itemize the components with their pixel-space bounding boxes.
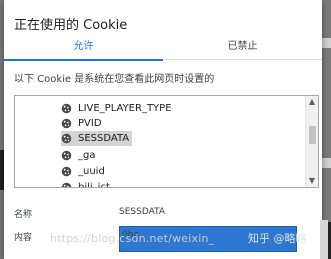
detail-content-label: 内容 [14, 233, 33, 243]
cookie-icon [61, 150, 72, 161]
cookie-item-sessdata[interactable]: SESSDATA [61, 131, 133, 146]
details-scrollbar[interactable] [320, 220, 328, 259]
cookie-icon [61, 166, 72, 177]
chevron-down-icon[interactable]: ▼ [306, 175, 318, 187]
cookies-dialog: 正在使用的 Cookie 允许 已禁止 以下 Cookie 是系统在您查看此网页… [4, 0, 328, 259]
cookie-icon [61, 118, 72, 129]
cookie-item-label: PVID [78, 118, 102, 129]
cookie-icon [61, 182, 72, 187]
cookie-item-live-player-type[interactable]: LIVE_PLAYER_TYPE [61, 101, 175, 116]
cookie-item-label: _uuid [78, 166, 105, 177]
watermark-zhihu: 知乎 @略略 [248, 232, 307, 245]
scroll-thumb[interactable] [309, 126, 316, 144]
cookie-icon [61, 103, 72, 114]
detail-name-value: SESSDATA [119, 207, 166, 217]
cookie-item-bili-jct[interactable]: bili_jct [61, 180, 113, 188]
active-tab-indicator [4, 59, 163, 61]
dialog-title: 正在使用的 Cookie [14, 18, 128, 33]
cookie-item-label: bili_jct [78, 182, 110, 188]
detail-name-label: 名称 [14, 210, 33, 220]
cookie-item-pvid[interactable]: PVID [61, 116, 105, 131]
chevron-up-icon[interactable]: ▲ [306, 96, 318, 108]
cookie-description: 以下 Cookie 是系统在您查看此网页时设置的 [14, 74, 215, 85]
cookie-item-ga[interactable]: _ga [61, 148, 98, 163]
cookie-tabs: 允许 已禁止 [4, 38, 322, 61]
cookie-item-label: SESSDATA [78, 133, 130, 144]
cookie-item-label: _ga [78, 150, 96, 161]
tab-blocked[interactable]: 已禁止 [163, 38, 322, 60]
cookie-tree-scrollbar[interactable]: ▲ ▼ [305, 96, 318, 187]
cookie-item-label: LIVE_PLAYER_TYPE [78, 103, 172, 114]
tab-allowed[interactable]: 允许 [4, 38, 163, 61]
cookie-tree[interactable]: LIVE_PLAYER_TYPE PVID SESSDATA _ga _uuid… [14, 95, 319, 188]
tab-blocked-label: 已禁止 [227, 41, 258, 52]
cookie-icon [61, 133, 72, 144]
watermark-url: https://blog.csdn.net/weixin_ [50, 232, 215, 245]
cookie-item-uuid[interactable]: _uuid [61, 164, 108, 179]
tab-allowed-label: 允许 [73, 41, 94, 52]
